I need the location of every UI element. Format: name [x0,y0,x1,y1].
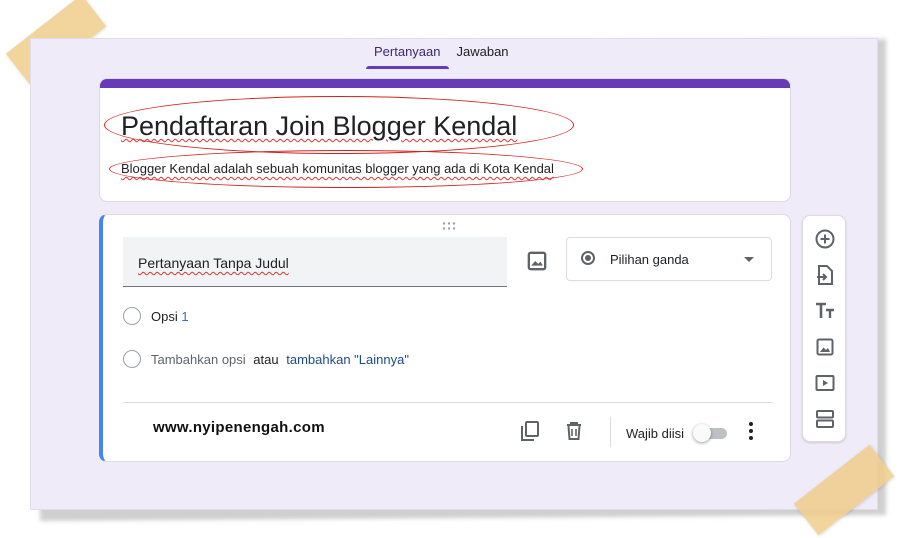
delete-icon[interactable] [562,419,586,443]
or-text: atau [253,352,279,367]
question-title-text: Pertanyaan Tanpa Judul [138,255,289,271]
footer-separator [610,417,611,447]
chevron-down-icon [744,257,754,262]
more-vert-icon[interactable] [739,419,763,443]
add-question-icon[interactable] [813,227,837,251]
option-radio [123,307,141,325]
form-title-text: Pendaftaran Join Blogger Kendal [121,111,518,141]
add-other-link[interactable]: tambahkan "Lainnya" [286,352,409,367]
required-label: Wajib diisi [626,426,685,441]
add-option-row: Tambahkan opsi atau tambahkan "Lainnya" [151,352,409,367]
tab-questions[interactable]: Pertanyaan [366,40,449,69]
option-1-label: Opsi [151,309,178,324]
side-toolbar [802,215,846,442]
add-title-icon[interactable] [813,299,837,323]
question-title-input[interactable]: Pertanyaan Tanpa Judul [123,237,507,287]
add-image-icon[interactable] [813,335,837,359]
question-card[interactable]: Pertanyaan Tanpa Judul Pilihan ganda Ops… [99,214,791,462]
add-video-icon[interactable] [813,371,837,395]
question-type-label: Pilihan ganda [610,252,689,267]
drag-handle-icon[interactable] [441,221,457,231]
form-header-card: Pendaftaran Join Blogger Kendal Blogger … [99,78,791,202]
add-section-icon[interactable] [813,407,837,431]
duplicate-icon[interactable] [518,419,542,443]
watermark-text: www.nyipenengah.com [153,419,325,436]
add-option-link[interactable]: Tambahkan opsi [151,352,246,367]
import-questions-icon[interactable] [813,263,837,287]
toggle-thumb [693,424,711,442]
accent-bar [100,79,790,88]
add-option-radio [123,350,141,368]
add-image-icon[interactable] [523,247,551,275]
question-type-dropdown[interactable]: Pilihan ganda [566,237,772,281]
tab-bar: Pertanyaan Jawaban [366,40,517,69]
form-title[interactable]: Pendaftaran Join Blogger Kendal [121,111,517,142]
tab-responses[interactable]: Jawaban [449,40,517,66]
form-description-text: Blogger Kendal adalah sebuah komunitas b… [121,161,554,176]
radio-button-icon [581,251,595,265]
option-1-number: 1 [181,309,189,324]
option-1[interactable]: Opsi 1 [151,309,189,324]
form-description[interactable]: Blogger Kendal adalah sebuah komunitas b… [121,161,554,176]
footer-divider [123,402,773,403]
required-toggle[interactable] [693,424,729,442]
